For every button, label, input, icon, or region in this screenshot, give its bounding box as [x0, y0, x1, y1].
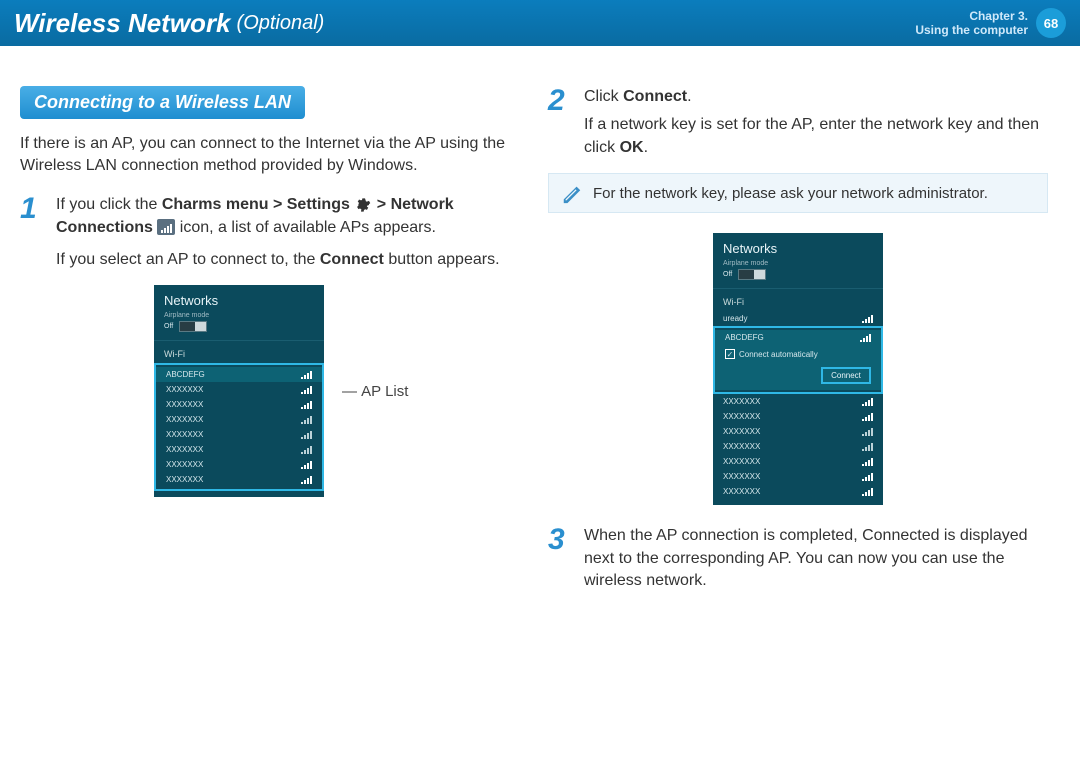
airplane-toggle[interactable]	[738, 269, 766, 280]
step-2: 2 Click Connect. If a network key is set…	[548, 86, 1048, 159]
ap-row-selected[interactable]: ABCDEFG	[715, 330, 881, 345]
ap-row[interactable]: XXXXXXX	[713, 394, 883, 409]
ap-row[interactable]: XXXXXXX	[713, 439, 883, 454]
step1-line2: If you select an AP to connect to, the C…	[56, 249, 520, 271]
ap-row[interactable]: XXXXXXX	[713, 424, 883, 439]
step-number: 3	[548, 525, 572, 592]
wifi-label: Wi-Fi	[713, 291, 883, 311]
ap-row[interactable]: XXXXXXX	[156, 427, 322, 442]
ap-row[interactable]: XXXXXXX	[713, 454, 883, 469]
airplane-mode-label: Airplane mode	[154, 312, 324, 319]
networks-panel-connect: Networks Airplane mode Off Wi-Fi uready …	[713, 233, 883, 505]
selected-ap-block: ABCDEFG ✓ Connect automatically Connect	[713, 326, 883, 394]
toggle-state: Off	[723, 271, 732, 278]
chapter-label: Chapter 3.	[915, 9, 1028, 23]
page-number-badge: 68	[1036, 8, 1066, 38]
networks-panel: Networks Airplane mode Off Wi-Fi ABCDEFG…	[154, 285, 324, 497]
step-number: 1	[20, 194, 44, 271]
note-text: For the network key, please ask your net…	[593, 185, 988, 202]
header-title-sub: (Optional)	[237, 12, 325, 35]
ap-row[interactable]: XXXXXXX	[156, 457, 322, 472]
ap-row[interactable]: XXXXXXX	[156, 412, 322, 427]
ap-row[interactable]: XXXXXXX	[156, 382, 322, 397]
checkbox-icon: ✓	[725, 349, 735, 359]
step-number: 2	[548, 86, 572, 159]
page-header: Wireless Network (Optional) Chapter 3. U…	[0, 0, 1080, 46]
ap-row[interactable]: XXXXXXX	[713, 469, 883, 484]
intro-paragraph: If there is an AP, you can connect to th…	[20, 133, 520, 176]
auto-connect-row[interactable]: ✓ Connect automatically	[715, 345, 881, 363]
ap-row-selected[interactable]: ABCDEFG	[156, 367, 322, 382]
step-3: 3 When the AP connection is completed, C…	[548, 525, 1048, 592]
step2-line2: If a network key is set for the AP, ente…	[584, 114, 1048, 159]
step3-text: When the AP connection is completed, Con…	[584, 525, 1048, 592]
panel-title: Networks	[154, 285, 324, 312]
toggle-state: Off	[164, 323, 173, 330]
ap-row[interactable]: XXXXXXX	[713, 409, 883, 424]
step2-line1: Click Connect.	[584, 86, 1048, 108]
ap-row[interactable]: XXXXXXX	[156, 442, 322, 457]
left-column: Connecting to a Wireless LAN If there is…	[20, 86, 520, 606]
step1-line1: If you click the Charms menu > Settings …	[56, 194, 520, 239]
note-icon	[561, 182, 583, 204]
step-1: 1 If you click the Charms menu > Setting…	[20, 194, 520, 271]
wifi-label: Wi-Fi	[154, 343, 324, 363]
right-column: 2 Click Connect. If a network key is set…	[548, 86, 1048, 606]
ap-row[interactable]: XXXXXXX	[156, 472, 322, 487]
header-title-main: Wireless Network	[14, 8, 231, 39]
signal-icon	[301, 371, 312, 379]
chapter-subtitle: Using the computer	[915, 23, 1028, 37]
airplane-mode-label: Airplane mode	[713, 260, 883, 267]
ap-row[interactable]: uready	[713, 311, 883, 326]
ap-list-callout: — AP List	[342, 383, 408, 400]
panel-title: Networks	[713, 233, 883, 260]
ap-row[interactable]: XXXXXXX	[713, 484, 883, 499]
ap-row[interactable]: XXXXXXX	[156, 397, 322, 412]
note-box: For the network key, please ask your net…	[548, 173, 1048, 213]
signal-bars-icon	[157, 219, 175, 235]
ap-list-highlight: ABCDEFG XXXXXXX XXXXXXX XXXXXXX XXXXXXX …	[154, 363, 324, 491]
header-meta: Chapter 3. Using the computer 68	[915, 8, 1066, 38]
connect-button[interactable]: Connect	[821, 367, 871, 384]
gear-icon	[354, 196, 372, 214]
airplane-toggle[interactable]	[179, 321, 207, 332]
section-title: Connecting to a Wireless LAN	[20, 86, 305, 119]
